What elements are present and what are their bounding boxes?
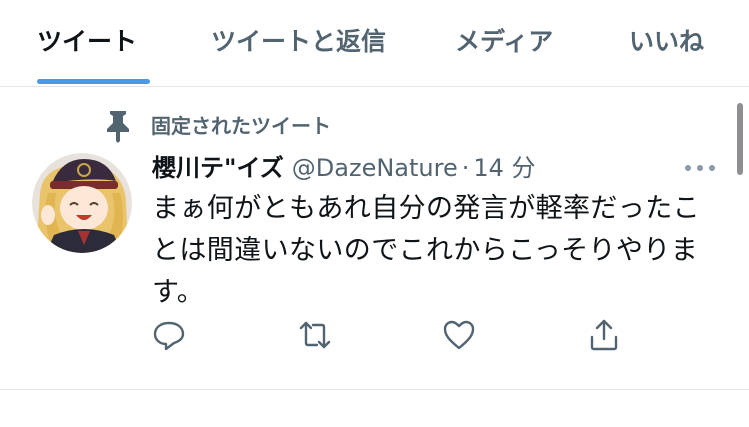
tweet-timestamp[interactable]: 14 分 xyxy=(473,154,535,182)
share-button[interactable] xyxy=(586,317,622,353)
scrollbar[interactable] xyxy=(737,103,743,175)
tab-tweets[interactable]: ツイート xyxy=(37,22,137,62)
more-options-icon xyxy=(685,165,715,171)
retweet-button[interactable] xyxy=(297,317,333,353)
like-button[interactable] xyxy=(441,317,477,353)
separator-dot: · xyxy=(461,154,470,182)
tweet-divider xyxy=(0,389,749,390)
tweet-text: まぁ何がともあれ自分の発言が軽率だったことは間違いないのでこれからこっそりやりま… xyxy=(152,193,700,308)
tab-likes[interactable]: いいね xyxy=(629,22,704,62)
more-options-button[interactable] xyxy=(683,160,717,176)
pin-icon xyxy=(107,111,129,143)
reply-button[interactable] xyxy=(151,317,187,353)
pinned-label: 固定されたツイート xyxy=(151,114,331,138)
tweet-header: 櫻川テ"イズ @DazeNature · 14 分 xyxy=(152,150,536,186)
profile-tabs: ツイート ツイートと返信 メディア いいね xyxy=(0,0,749,87)
avatar[interactable] xyxy=(32,153,132,253)
share-icon xyxy=(590,319,618,351)
pinned-tweet-indicator: 固定されたツイート xyxy=(103,108,331,144)
tab-media[interactable]: メディア xyxy=(455,22,553,62)
retweet-icon xyxy=(299,321,331,349)
reply-icon xyxy=(153,321,185,351)
tab-tweets-and-replies[interactable]: ツイートと返信 xyxy=(211,22,386,62)
user-handle[interactable]: @DazeNature xyxy=(292,154,458,182)
active-tab-indicator xyxy=(37,79,150,84)
like-icon xyxy=(443,320,475,350)
avatar-image xyxy=(32,153,132,253)
display-name[interactable]: 櫻川テ"イズ xyxy=(152,154,284,182)
